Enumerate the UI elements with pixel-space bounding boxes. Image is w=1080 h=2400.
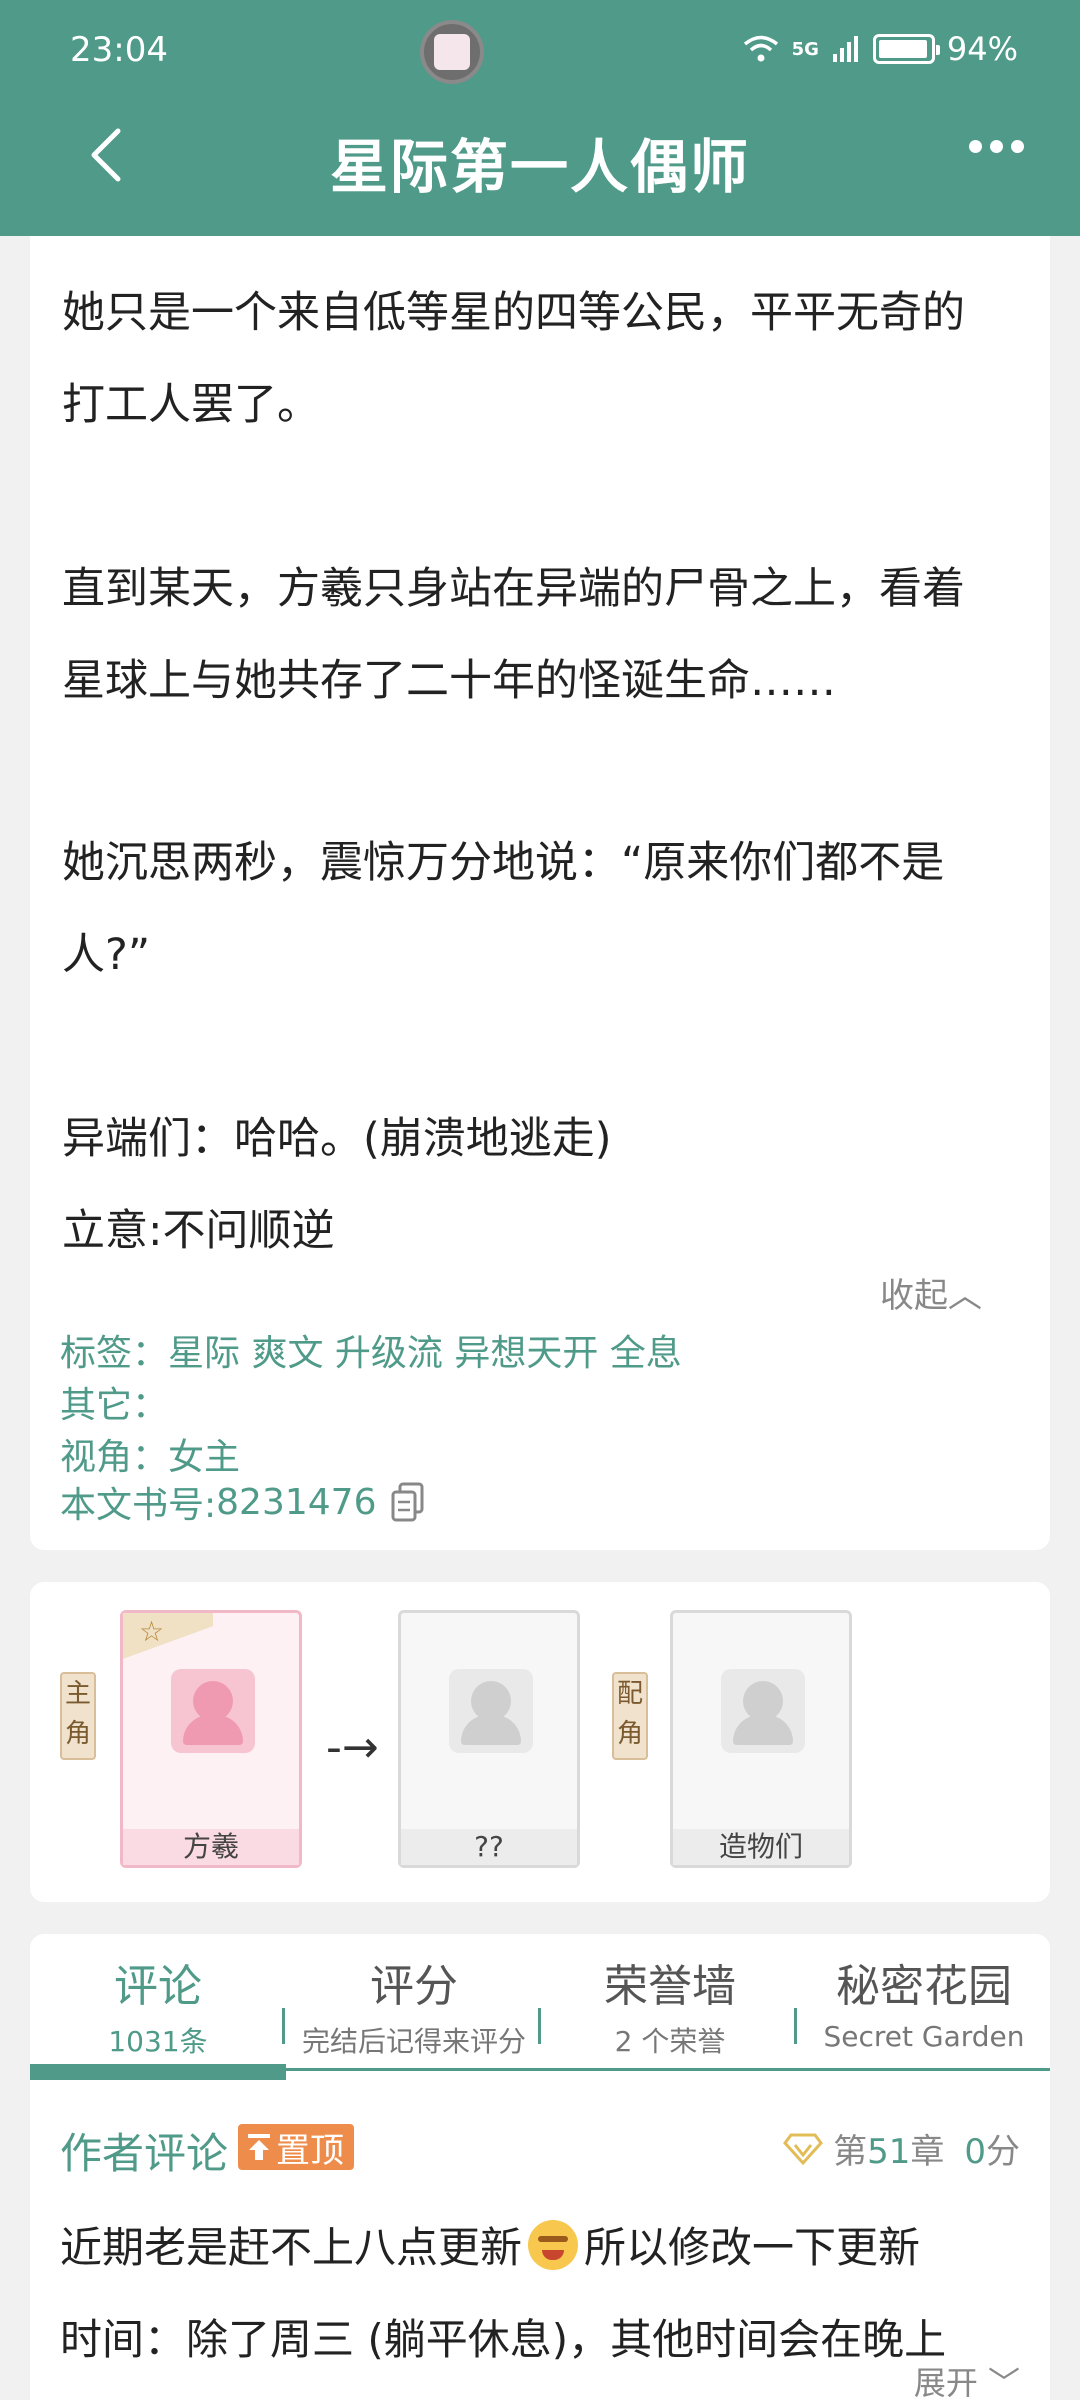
tab-label: 荣誉墙 xyxy=(604,1961,736,2012)
more-dot-icon xyxy=(990,140,1003,153)
tab-sublabel: Secret Garden xyxy=(823,2020,1025,2053)
copy-icon[interactable] xyxy=(390,1482,426,1522)
character-avatar xyxy=(721,1669,805,1753)
tab-separator xyxy=(282,2008,285,2044)
characters-card: 主角 ☆ 方羲 ?? 配角 造物们 xyxy=(30,1582,1050,1902)
character-name: ?? xyxy=(401,1829,577,1865)
support-role-tag: 配角 xyxy=(612,1672,648,1760)
synopsis-line: 星球上与她共存了二十年的怪诞生命…… xyxy=(62,656,836,706)
more-dot-icon xyxy=(1011,140,1024,153)
comment-line: 近期老是赶不上八点更新 所以修改一下更新 xyxy=(60,2214,920,2275)
status-time: 23:04 xyxy=(70,30,168,70)
tags-value[interactable]: 星际 爽文 升级流 异想天开 全息 xyxy=(168,1333,682,1374)
tab-label: 评分 xyxy=(370,1961,458,2012)
tab-separator xyxy=(538,2008,541,2044)
main-role-tag: 主角 xyxy=(60,1672,96,1760)
collapse-button[interactable]: 收起︿ xyxy=(880,1268,982,1317)
comments-card: 评论 1031条 评分 完结后记得来评分 荣誉墙 2 个荣誉 秘密花园 Secr… xyxy=(30,1934,1050,2400)
synopsis-line: 打工人罢了。 xyxy=(62,380,320,430)
other-row: 其它： xyxy=(60,1376,168,1428)
synopsis-line: 异端们：哈哈。(崩溃地逃走) xyxy=(62,1114,612,1164)
battery-icon xyxy=(872,34,940,64)
chapter-suffix: 章 xyxy=(910,2132,945,2172)
score-suffix: 分 xyxy=(986,2132,1020,2172)
synopsis-line: 她只是一个来自低等星的四等公民，平平无奇的 xyxy=(62,288,965,338)
book-id-value: 8231476 xyxy=(216,1481,377,1523)
book-id-label: 本文书号: xyxy=(60,1485,217,1526)
tab-sublabel: 1031条 xyxy=(108,2025,208,2058)
expand-button[interactable]: 展开 ﹀ xyxy=(914,2358,1020,2400)
pinned-label: 置顶 xyxy=(276,2130,344,2171)
chapter-info: 第51章 0分 xyxy=(783,2124,1020,2173)
perspective-label: 视角： xyxy=(60,1437,169,1478)
chapter-prefix: 第 xyxy=(833,2132,868,2172)
character-card-support[interactable]: 造物们 xyxy=(670,1610,852,1868)
active-tab-indicator xyxy=(30,2064,286,2080)
chapter-number: 51 xyxy=(867,2132,911,2172)
perspective-value: 女主 xyxy=(168,1437,241,1478)
crying-laughing-emoji-icon xyxy=(528,2220,579,2270)
comment-line: 时间：除了周三 (躺平休息)，其他时间会在晚上 xyxy=(60,2315,947,2364)
character-card-main[interactable]: ☆ 方羲 xyxy=(120,1610,302,1868)
score-number: 0 xyxy=(964,2132,986,2172)
pin-arrow-icon xyxy=(248,2134,270,2160)
comment-text-part: 所以修改一下更新 xyxy=(584,2223,921,2272)
relation-arrow-icon: -→ xyxy=(326,1722,379,1773)
character-name: 造物们 xyxy=(673,1829,849,1865)
app-header: 23:04 5G 94% 星际第一人偶师 xyxy=(0,0,1080,236)
wifi-icon xyxy=(743,35,778,62)
tags-row: 标签：星际 爽文 升级流 异想天开 全息 xyxy=(60,1324,682,1376)
perspective-row: 视角：女主 xyxy=(60,1428,240,1480)
star-icon: ☆ xyxy=(123,1613,213,1663)
diamond-icon xyxy=(783,2133,824,2165)
character-name: 方羲 xyxy=(123,1829,299,1865)
character-avatar xyxy=(171,1669,255,1753)
tab-label: 评论 xyxy=(114,1961,202,2012)
tab-comments[interactable]: 评论 1031条 xyxy=(30,1950,286,2060)
battery-percent: 94% xyxy=(946,30,1018,68)
author-comment-label: 作者评论 xyxy=(60,2129,229,2178)
other-label: 其它： xyxy=(60,1385,169,1426)
more-dot-icon xyxy=(969,140,982,153)
book-id-row: 本文书号: 8231476 xyxy=(60,1476,426,1528)
synopsis-line: 她沉思两秒，震惊万分地说：“原来你们都不是 xyxy=(62,838,945,888)
comment-text-part: 近期老是赶不上八点更新 xyxy=(60,2223,523,2272)
tab-label: 秘密花园 xyxy=(836,1961,1012,2012)
tab-rating[interactable]: 评分 完结后记得来评分 xyxy=(286,1950,542,2060)
character-avatar xyxy=(449,1669,533,1753)
synopsis-card: 她只是一个来自低等星的四等公民，平平无奇的 打工人罢了。 直到某天，方羲只身站在… xyxy=(30,236,1050,1550)
character-card-unknown[interactable]: ?? xyxy=(398,1610,580,1868)
tab-separator xyxy=(794,2008,797,2044)
more-options-button[interactable] xyxy=(969,140,1024,153)
tab-secret-garden[interactable]: 秘密花园 Secret Garden xyxy=(798,1950,1050,2053)
synopsis-line: 立意:不问顺逆 xyxy=(62,1206,335,1256)
status-indicators: 5G 94% xyxy=(742,30,1018,68)
tags-label: 标签： xyxy=(60,1333,169,1374)
tab-sublabel: 完结后记得来评分 xyxy=(301,2025,526,2058)
notification-avatar-icon xyxy=(420,20,484,84)
pinned-badge: 置顶 xyxy=(238,2124,354,2171)
page-title: 星际第一人偶师 xyxy=(329,133,750,201)
network-label: 5G xyxy=(791,38,819,60)
synopsis-line: 直到某天，方羲只身站在异端的尸骨之上，看着 xyxy=(62,564,965,614)
synopsis-line: 人?” xyxy=(62,930,151,980)
signal-icon xyxy=(832,36,858,62)
tab-sublabel: 2 个荣誉 xyxy=(614,2025,726,2058)
tab-honor-wall[interactable]: 荣誉墙 2 个荣誉 xyxy=(542,1950,798,2060)
